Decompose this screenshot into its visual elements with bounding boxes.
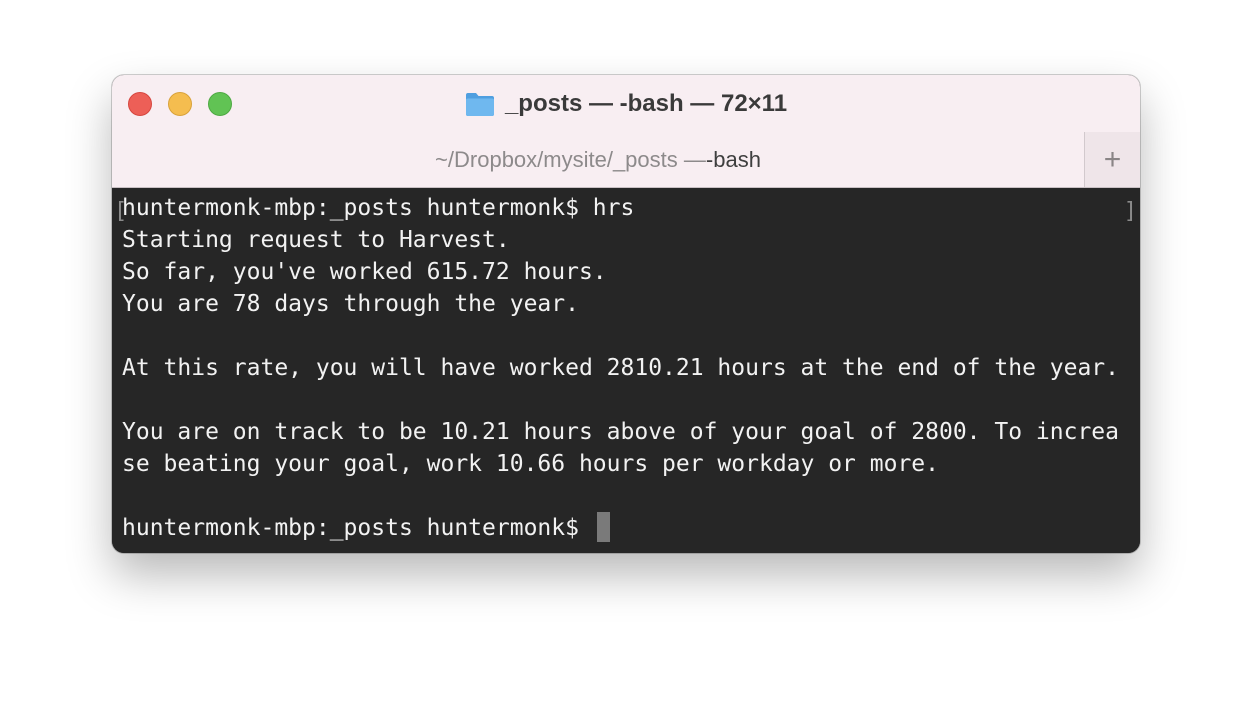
title-bar[interactable]: _posts — -bash — 72×11 xyxy=(112,75,1140,132)
terminal-line: You are on track to be 10.21 hours above… xyxy=(122,419,1119,445)
terminal-line: You are 78 days through the year. xyxy=(122,291,579,317)
terminal-output[interactable]: [ ] huntermonk-mbp:_posts huntermonk$ hr… xyxy=(112,188,1140,553)
folder-icon xyxy=(465,92,494,116)
prompt-text: huntermonk-mbp:_posts huntermonk$ xyxy=(122,515,593,541)
cursor xyxy=(596,512,610,542)
window-title-text: _posts — -bash — 72×11 xyxy=(504,89,788,117)
window-title: _posts — -bash — 72×11 xyxy=(112,75,1140,132)
terminal-line: se beating your goal, work 10.66 hours p… xyxy=(122,451,939,477)
terminal-window: _posts — -bash — 72×11 ~/Dropbox/mysite/… xyxy=(112,75,1140,553)
tab-path: ~/Dropbox/mysite/_posts — xyxy=(435,146,706,172)
tab-active[interactable]: ~/Dropbox/mysite/_posts — -bash xyxy=(112,132,1084,187)
terminal-line: Starting request to Harvest. xyxy=(122,227,510,253)
prompt-line: huntermonk-mbp:_posts huntermonk$ xyxy=(122,512,1140,544)
mark-right: ] xyxy=(1123,199,1137,224)
terminal-line: So far, you've worked 615.72 hours. xyxy=(122,259,607,285)
tab-command: -bash xyxy=(705,146,761,172)
tab-bar: ~/Dropbox/mysite/_posts — -bash + xyxy=(112,132,1140,188)
terminal-line: huntermonk-mbp:_posts huntermonk$ hrs xyxy=(122,195,635,221)
mark-left: [ xyxy=(114,199,128,224)
plus-icon: + xyxy=(1103,142,1122,176)
new-tab-button[interactable]: + xyxy=(1084,132,1140,187)
terminal-line: At this rate, you will have worked 2810.… xyxy=(122,355,1119,381)
